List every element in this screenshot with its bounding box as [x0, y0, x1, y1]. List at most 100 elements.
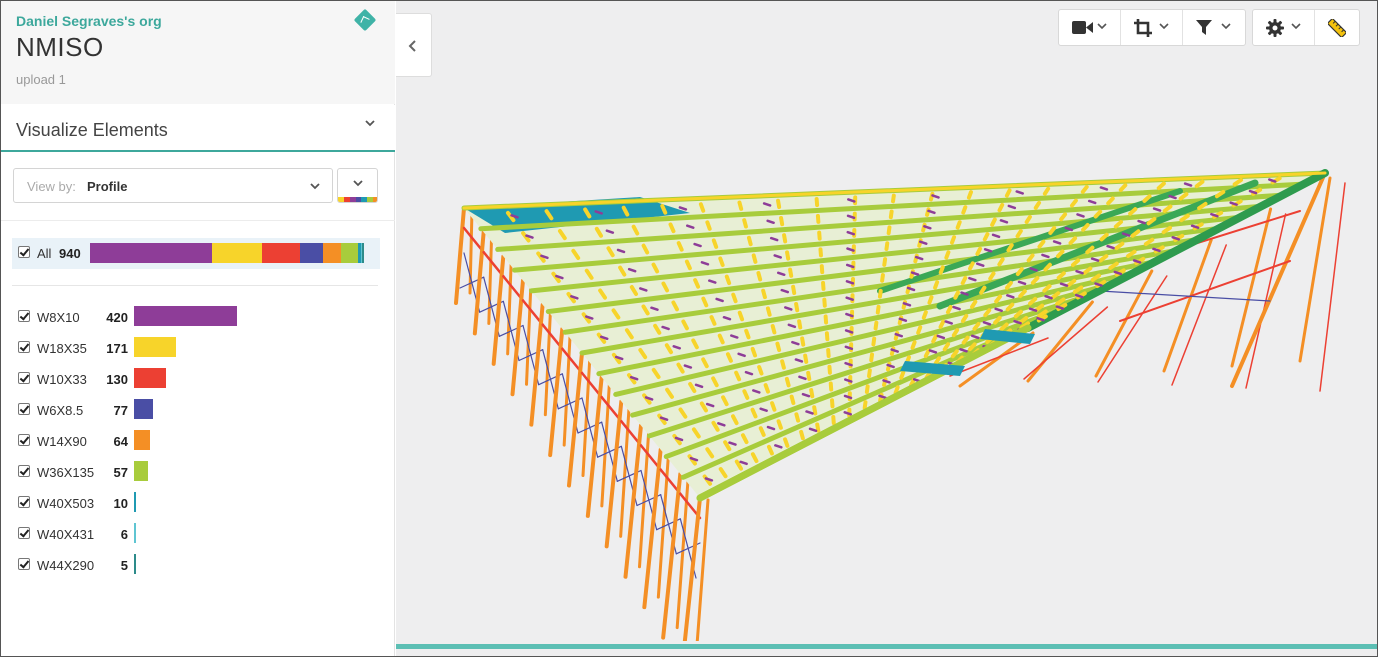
purlin	[982, 232, 990, 242]
profile-row-w6x8-5[interactable]: W6X8.5 77	[12, 399, 380, 423]
profile-checkbox[interactable]	[18, 527, 30, 539]
purlin	[1033, 200, 1042, 210]
profile-row-w44x290[interactable]: W44X290 5	[12, 554, 380, 578]
purlin	[756, 271, 763, 282]
purlin	[751, 253, 758, 264]
purlin	[794, 302, 800, 313]
purlin	[970, 299, 978, 309]
purlin	[950, 235, 957, 245]
all-bar-segment	[90, 243, 213, 263]
chevron-down-icon[interactable]	[363, 116, 377, 130]
profile-row-w40x431[interactable]: W40X431 6	[12, 523, 380, 547]
purlin	[797, 319, 803, 330]
purlin	[1042, 186, 1051, 196]
camera-button[interactable]	[1059, 10, 1121, 45]
profile-row-w10x33[interactable]: W10X33 130	[12, 368, 380, 392]
view-toolbar	[1058, 9, 1246, 46]
profile-checkbox[interactable]	[18, 465, 30, 477]
filter-button[interactable]	[1183, 10, 1245, 45]
profile-row-w40x503[interactable]: W40X503 10	[12, 492, 380, 516]
purlin	[763, 383, 770, 394]
crop-button[interactable]	[1121, 10, 1183, 45]
column	[454, 206, 466, 305]
crop-icon	[1134, 19, 1152, 37]
org-logo-icon[interactable]	[353, 8, 377, 32]
purlin	[709, 315, 717, 326]
purlin	[923, 348, 931, 358]
all-bar-segment	[212, 243, 263, 263]
purlin	[776, 419, 783, 430]
purlin	[783, 437, 790, 448]
profile-checkbox[interactable]	[18, 341, 30, 353]
purlin	[979, 285, 987, 295]
purlin	[997, 202, 1005, 213]
profile-checkbox[interactable]	[18, 434, 30, 446]
camera-icon	[1072, 21, 1093, 34]
column	[1162, 238, 1213, 373]
color-palette-button[interactable]	[337, 168, 378, 203]
profile-row-w8x10[interactable]: W8X10 420	[12, 306, 380, 330]
all-distribution-bar	[90, 243, 364, 263]
purlin	[966, 190, 973, 200]
purlin	[698, 202, 706, 213]
all-row[interactable]: All 940	[12, 238, 380, 269]
purlin	[960, 313, 969, 324]
purlin	[746, 235, 753, 247]
profile-checkbox[interactable]	[18, 496, 30, 508]
purlin	[800, 336, 806, 347]
3d-viewer[interactable]	[396, 1, 1377, 656]
purlin	[799, 429, 805, 441]
sidebar: Daniel Segraves's org NMISO upload 1 Vis…	[1, 1, 395, 656]
purlin	[951, 328, 960, 338]
profile-count: 5	[120, 558, 128, 573]
chevron-left-icon	[408, 40, 416, 52]
collapse-sidebar-button[interactable]	[396, 13, 432, 77]
visualize-elements-header[interactable]: Visualize Elements	[1, 105, 395, 152]
all-checkbox[interactable]	[18, 246, 30, 258]
profile-row-w18x35[interactable]: W18X35 171	[12, 337, 380, 361]
purlin	[975, 246, 983, 256]
purlin	[785, 250, 791, 261]
column	[585, 375, 604, 518]
org-header: Daniel Segraves's org NMISO upload 1	[1, 1, 395, 104]
column	[1298, 176, 1332, 363]
column	[510, 278, 525, 397]
purlin	[776, 198, 782, 209]
purlin	[1004, 188, 1012, 198]
profile-checkbox[interactable]	[18, 403, 30, 415]
view-by-prefix: View by:	[27, 179, 76, 194]
org-name[interactable]: Daniel Segraves's org	[16, 13, 162, 29]
purlin	[765, 306, 772, 317]
profile-count: 420	[106, 310, 128, 325]
purlin	[815, 422, 821, 433]
purlin	[731, 292, 738, 304]
structural-model-render[interactable]	[396, 1, 1377, 641]
purlin	[770, 324, 777, 335]
profile-row-w36x135[interactable]: W36X135 57	[12, 461, 380, 485]
purlin	[705, 220, 712, 231]
purlin	[676, 241, 684, 252]
profile-checkbox[interactable]	[18, 372, 30, 384]
profile-row-w14x90[interactable]: W14X90 64	[12, 430, 380, 454]
purlin	[916, 325, 923, 335]
profile-bar	[134, 306, 237, 326]
view-by-select[interactable]: View by: Profile	[13, 168, 333, 203]
purlin	[1015, 229, 1023, 239]
all-bar-segment	[322, 243, 342, 263]
purlin	[867, 368, 872, 379]
settings-button[interactable]	[1253, 10, 1315, 45]
profile-count: 171	[106, 341, 128, 356]
purlin	[988, 271, 996, 281]
column	[525, 281, 533, 386]
profile-checkbox[interactable]	[18, 558, 30, 570]
purlin	[737, 200, 744, 211]
measure-button[interactable]	[1315, 10, 1359, 45]
divider	[12, 285, 378, 286]
purlin	[884, 241, 890, 251]
purlin	[742, 218, 748, 229]
purlin	[770, 401, 777, 412]
all-bar-segment	[341, 243, 358, 263]
purlin	[794, 412, 801, 423]
profile-checkbox[interactable]	[18, 310, 30, 322]
purlin	[942, 342, 951, 352]
